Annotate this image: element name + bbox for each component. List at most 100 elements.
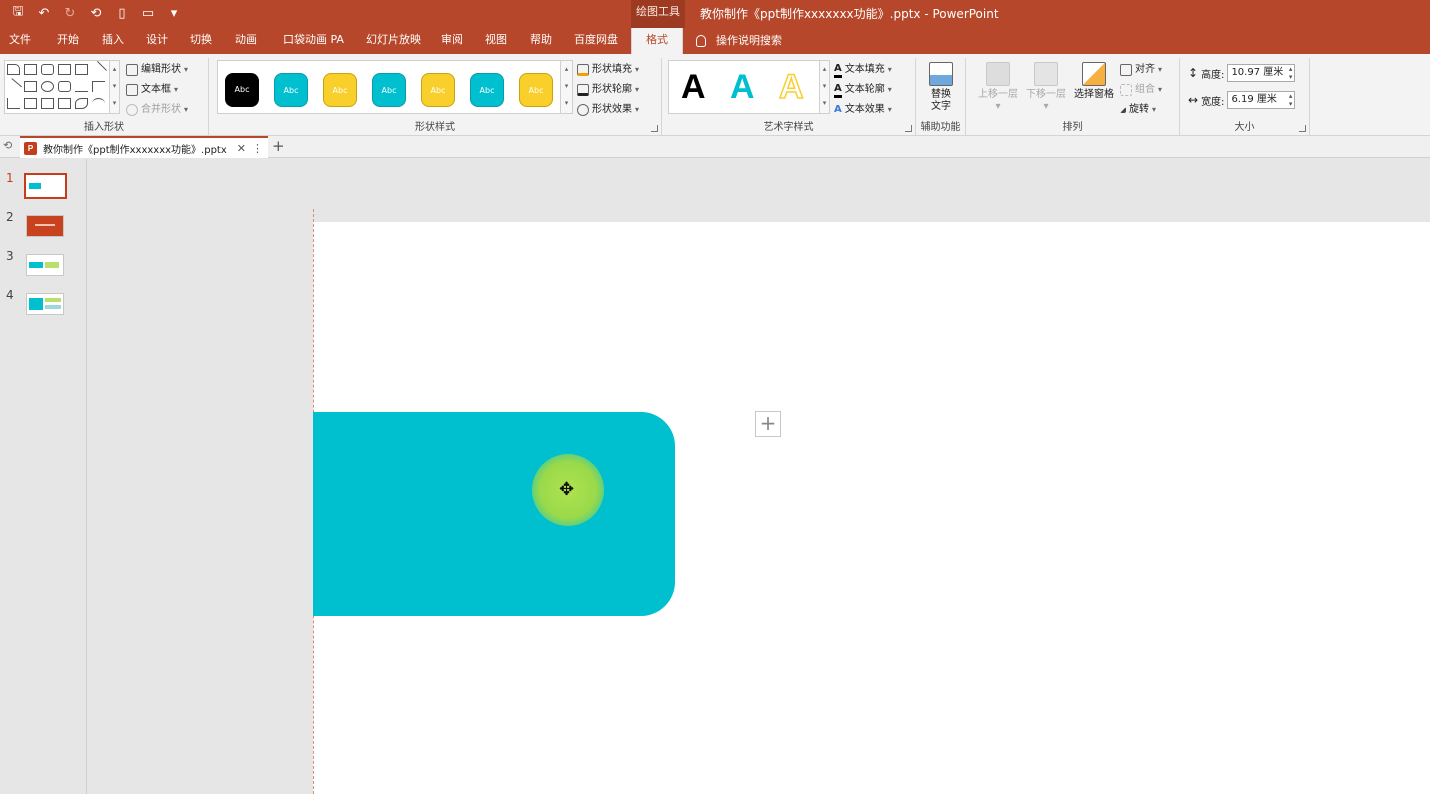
tab-list-icon[interactable]: ⟲ xyxy=(3,139,12,152)
shape-styles-dialog-launcher-icon[interactable] xyxy=(651,125,658,132)
text-box-shape-icon[interactable] xyxy=(58,64,71,75)
pentagon-icon[interactable] xyxy=(58,98,71,109)
shapes-gallery[interactable]: ▴ ▾ ▾ xyxy=(4,60,120,114)
rounded-rectangle-icon[interactable] xyxy=(41,64,54,75)
tab-design[interactable]: 设计 xyxy=(146,28,168,54)
group-button[interactable]: 组合 ▾ xyxy=(1120,80,1162,100)
shape-effects-button[interactable]: 形状效果 ▾ xyxy=(577,100,639,120)
shape-style-swatch-black[interactable]: Abc xyxy=(225,73,259,107)
slide-thumbnail-3[interactable] xyxy=(26,254,64,276)
freeform-icon[interactable] xyxy=(75,98,88,109)
slide-thumbnail-1[interactable] xyxy=(24,173,67,199)
wordart-style-yellow-outline[interactable]: A xyxy=(778,67,804,107)
slide-number: 1 xyxy=(6,171,14,185)
chevron-down-icon: ▾ xyxy=(1158,65,1163,74)
teal-rounded-rectangle-shape[interactable] xyxy=(313,412,675,616)
tell-me-search[interactable]: 操作说明搜索 xyxy=(696,28,782,54)
width-spinner-icon[interactable]: ▴ ▾ xyxy=(1289,92,1293,108)
tab-review[interactable]: 审阅 xyxy=(441,28,463,54)
wordart-gallery[interactable]: A A A ▴ ▾ ▾ xyxy=(668,60,830,114)
chevron-down-icon: ▾ xyxy=(995,101,1001,112)
save-icon[interactable]: 🖫 xyxy=(8,3,28,23)
powerpoint-file-icon: P xyxy=(24,141,37,155)
tab-animations[interactable]: 动画 xyxy=(235,28,257,54)
rectangle-2-icon[interactable] xyxy=(24,81,37,92)
shape-style-swatch-yellow-2[interactable]: Abc xyxy=(421,73,455,107)
shape-styles-gallery-scroll[interactable]: ▴ ▾ ▾ xyxy=(560,61,572,113)
line-icon[interactable] xyxy=(90,61,107,78)
alt-text-button[interactable]: 替换 文字 xyxy=(916,60,966,118)
wordart-style-teal[interactable]: A xyxy=(730,67,755,107)
down-arrow-icon[interactable] xyxy=(41,98,54,109)
group-label-accessibility: 辅助功能 xyxy=(920,122,961,133)
customize-qat-icon[interactable]: ▾ xyxy=(164,3,184,23)
slide-thumbnail-pane: 1 2 3 4 xyxy=(0,159,87,794)
slide-thumbnail-4[interactable] xyxy=(26,293,64,315)
align-button[interactable]: 对齐 ▾ xyxy=(1120,60,1162,80)
open-folder-icon[interactable]: ▭ xyxy=(138,3,158,23)
merge-shapes-button[interactable]: 合并形状 ▾ xyxy=(126,100,188,120)
tab-view[interactable]: 视图 xyxy=(485,28,507,54)
size-dialog-launcher-icon[interactable] xyxy=(1299,125,1306,132)
arc-icon[interactable] xyxy=(92,98,105,109)
bring-forward-icon xyxy=(986,62,1010,86)
shape-styles-gallery[interactable]: Abc Abc Abc Abc Abc Abc Abc ▴ ▾ ▾ xyxy=(217,60,573,114)
vertical-text-box-icon[interactable] xyxy=(75,64,88,75)
arrow-line-icon[interactable] xyxy=(4,78,23,95)
redo-icon[interactable]: ↻ xyxy=(60,3,80,23)
slide-thumbnail-2[interactable] xyxy=(26,215,64,237)
tab-pocket-animation[interactable]: 口袋动画 PA xyxy=(283,28,344,54)
rotate-button[interactable]: 旋转 ▾ xyxy=(1120,100,1162,120)
edit-shape-button[interactable]: 编辑形状 ▾ xyxy=(126,60,188,80)
selection-pane-button[interactable]: 选择窗格 xyxy=(1068,60,1120,118)
snip-rectangle-icon[interactable] xyxy=(7,64,20,75)
shape-style-swatch-teal-3[interactable]: Abc xyxy=(470,73,504,107)
wordart-style-black[interactable]: A xyxy=(681,67,706,107)
wordart-gallery-scroll[interactable]: ▴ ▾ ▾ xyxy=(819,61,829,113)
bring-forward-button[interactable]: 上移一层 ▾ xyxy=(972,60,1024,118)
start-from-beginning-icon[interactable]: ⟲ xyxy=(86,3,106,23)
width-input[interactable]: 6.19 厘米 ▴ ▾ xyxy=(1227,91,1296,109)
height-spinner-icon[interactable]: ▴ ▾ xyxy=(1289,65,1293,81)
oval-icon[interactable] xyxy=(41,81,54,92)
send-backward-button[interactable]: 下移一层 ▾ xyxy=(1020,60,1072,118)
new-tab-button[interactable]: + xyxy=(272,137,285,155)
chevron-down-icon: ▾ xyxy=(635,65,640,74)
tab-more-icon[interactable]: ⋮ xyxy=(252,142,263,155)
tab-transitions[interactable]: 切换 xyxy=(190,28,212,54)
height-input[interactable]: 10.97 厘米 ▴ ▾ xyxy=(1227,64,1296,82)
rectangle-icon[interactable] xyxy=(24,64,37,75)
new-document-icon[interactable]: ▯ xyxy=(112,3,132,23)
wordart-dialog-launcher-icon[interactable] xyxy=(905,125,912,132)
triangle-icon[interactable] xyxy=(75,81,88,92)
document-tab[interactable]: P 教你制作《ppt制作xxxxxxx功能》.pptx ✕ ⋮ xyxy=(20,136,268,158)
add-element-button[interactable]: + xyxy=(755,411,781,437)
elbow-connector-icon[interactable] xyxy=(92,81,105,92)
shape-style-swatch-yellow-3[interactable]: Abc xyxy=(519,73,553,107)
tab-format[interactable]: 格式 xyxy=(631,28,683,54)
tab-insert[interactable]: 插入 xyxy=(102,28,124,54)
text-effects-button[interactable]: A 文本效果 ▾ xyxy=(834,100,892,120)
text-outline-button[interactable]: A 文本轮廓 ▾ xyxy=(834,80,892,100)
shape-style-swatch-teal[interactable]: Abc xyxy=(274,73,308,107)
slide-number: 2 xyxy=(6,210,14,224)
shapes-gallery-scroll[interactable]: ▴ ▾ ▾ xyxy=(109,61,119,113)
right-arrow-icon[interactable] xyxy=(24,98,37,109)
document-tab-bar: ⟲ P 教你制作《ppt制作xxxxxxx功能》.pptx ✕ ⋮ + xyxy=(0,136,1430,158)
tab-baidu-netdisk[interactable]: 百度网盘 xyxy=(574,28,618,54)
elbow-arrow-icon[interactable] xyxy=(7,98,20,109)
tab-home[interactable]: 开始 xyxy=(57,28,79,54)
text-box-button[interactable]: 文本框 ▾ xyxy=(126,80,188,100)
shape-style-swatch-teal-2[interactable]: Abc xyxy=(372,73,406,107)
shape-outline-button[interactable]: 形状轮廓 ▾ xyxy=(577,80,639,100)
tab-slideshow[interactable]: 幻灯片放映 xyxy=(366,28,421,54)
undo-icon[interactable]: ↶ xyxy=(34,3,54,23)
shape-style-swatch-yellow[interactable]: Abc xyxy=(323,73,357,107)
paint-bucket-icon xyxy=(577,64,589,76)
tab-help[interactable]: 帮助 xyxy=(530,28,552,54)
text-fill-button[interactable]: A 文本填充 ▾ xyxy=(834,60,892,80)
shape-fill-button[interactable]: 形状填充 ▾ xyxy=(577,60,639,80)
tab-file[interactable]: 文件 xyxy=(9,28,31,54)
rounded-rectangle-2-icon[interactable] xyxy=(58,81,71,92)
close-tab-icon[interactable]: ✕ xyxy=(237,142,246,155)
